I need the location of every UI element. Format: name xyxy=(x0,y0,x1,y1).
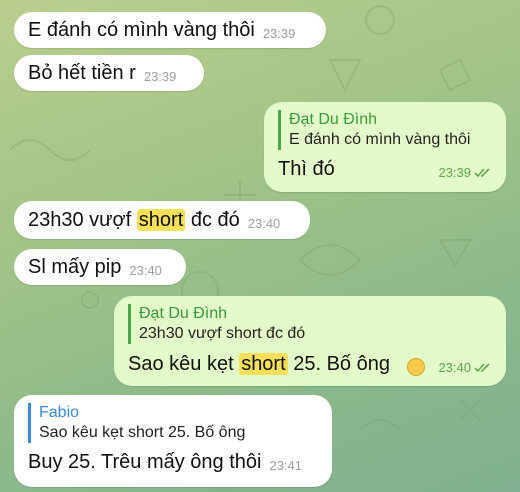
message-text: Sao kêu kẹt short 25. Bố ông xyxy=(128,351,390,377)
message-time: 23:40 xyxy=(401,354,492,381)
message-text: Bỏ hết tiền r xyxy=(28,62,136,84)
reply-author: Đạt Du Đình xyxy=(139,305,228,322)
reply-author: Fabio xyxy=(39,404,80,421)
message-text-part: Sao kêu kẹt xyxy=(128,352,240,375)
outgoing-message[interactable]: Đạt Du Đình 23h30 vượf short đc đó Sao k… xyxy=(114,296,506,386)
incoming-message[interactable]: Fabio Sao kêu kẹt short 25. Bố ông Buy 2… xyxy=(14,395,332,487)
reply-quote[interactable]: Đạt Du Đình E đánh có mình vàng thôi xyxy=(278,110,492,150)
search-highlight: short xyxy=(239,352,288,375)
message-text: Thì đó xyxy=(278,158,335,180)
message-time: 23:39 xyxy=(262,26,296,41)
reply-author: Đạt Du Đình xyxy=(289,111,378,128)
message-time-text: 23:40 xyxy=(438,360,471,375)
incoming-message[interactable]: Bỏ hết tiền r 23:39 xyxy=(14,55,204,91)
read-checkmarks-icon xyxy=(474,168,490,178)
message-time: 23:40 xyxy=(129,263,162,278)
incoming-message[interactable]: 23h30 vượf short đc đó 23:40 xyxy=(14,201,310,239)
incoming-message[interactable]: Sl mấy pip 23:40 xyxy=(14,249,186,285)
reply-text: Sao kêu kẹt short 25. Bố ông xyxy=(39,424,246,441)
message-time: 23:39 xyxy=(438,160,492,186)
reply-quote[interactable]: Đạt Du Đình 23h30 vượf short đc đó xyxy=(128,304,492,344)
reply-text: 23h30 vượf short đc đó xyxy=(139,325,306,342)
search-highlight: short xyxy=(136,209,186,231)
message-text-part: 23h30 vượf xyxy=(28,209,137,231)
message-text: E đánh có mình vàng thôi xyxy=(28,19,255,41)
message-text: Sl mấy pip xyxy=(28,256,122,278)
message-text: 23h30 vượf short đc đó xyxy=(28,207,240,233)
message-time-text: 23:39 xyxy=(438,165,471,180)
reply-quote[interactable]: Fabio Sao kêu kẹt short 25. Bố ông xyxy=(28,403,318,443)
read-checkmarks-icon xyxy=(474,363,490,373)
incoming-message[interactable]: E đánh có mình vàng thôi 23:39 xyxy=(14,12,326,48)
message-text: Buy 25. Trêu mấy ông thôi xyxy=(28,451,262,473)
reply-text: E đánh có mình vàng thôi xyxy=(289,131,471,148)
message-time: 23:41 xyxy=(269,458,303,473)
message-text-part: 25. Bố ông xyxy=(287,352,390,375)
message-time: 23:39 xyxy=(143,69,177,84)
message-time: 23:40 xyxy=(247,216,281,231)
outgoing-message[interactable]: Đạt Du Đình E đánh có mình vàng thôi Thì… xyxy=(264,102,506,192)
message-text-part: đc đó xyxy=(185,209,240,231)
grinning-face-emoji xyxy=(406,358,425,376)
